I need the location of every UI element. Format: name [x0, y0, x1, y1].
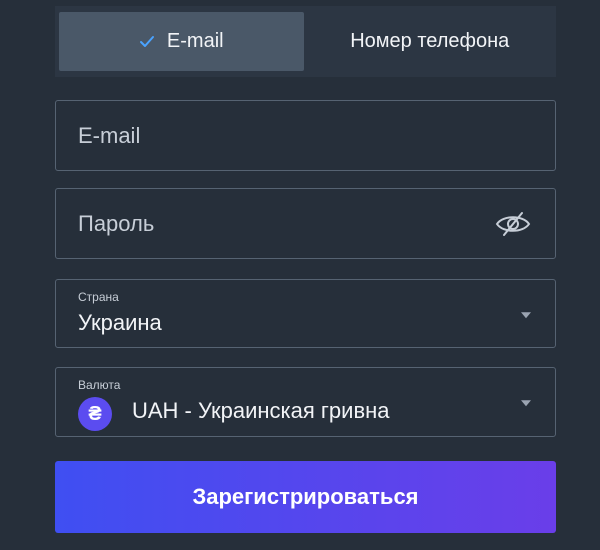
- registration-method-tabs: E-mail Номер телефона: [55, 6, 556, 77]
- password-placeholder: Пароль: [78, 210, 155, 236]
- email-field[interactable]: E-mail: [55, 100, 556, 171]
- chevron-down-icon: [521, 311, 531, 318]
- chevron-down-icon: [521, 400, 531, 407]
- check-icon: [139, 35, 155, 49]
- hryvnia-icon: ₴: [78, 397, 112, 431]
- eye-off-icon[interactable]: [495, 210, 531, 238]
- currency-value: UAH - Украинская гривна: [132, 398, 390, 423]
- tab-email-label: E-mail: [166, 30, 224, 52]
- email-placeholder: E-mail: [78, 122, 141, 148]
- tab-email[interactable]: E-mail: [59, 12, 304, 71]
- register-button[interactable]: Зарегистрироваться: [55, 461, 556, 533]
- country-label: Страна: [78, 290, 119, 304]
- country-select[interactable]: Страна Украина: [55, 279, 556, 348]
- currency-label: Валюта: [78, 378, 121, 392]
- password-field[interactable]: Пароль: [55, 188, 556, 259]
- currency-select[interactable]: Валюта ₴ UAH - Украинская гривна: [55, 367, 556, 437]
- country-value: Украина: [78, 310, 162, 335]
- tab-phone-label: Номер телефона: [350, 30, 510, 52]
- tab-phone[interactable]: Номер телефона: [308, 12, 553, 71]
